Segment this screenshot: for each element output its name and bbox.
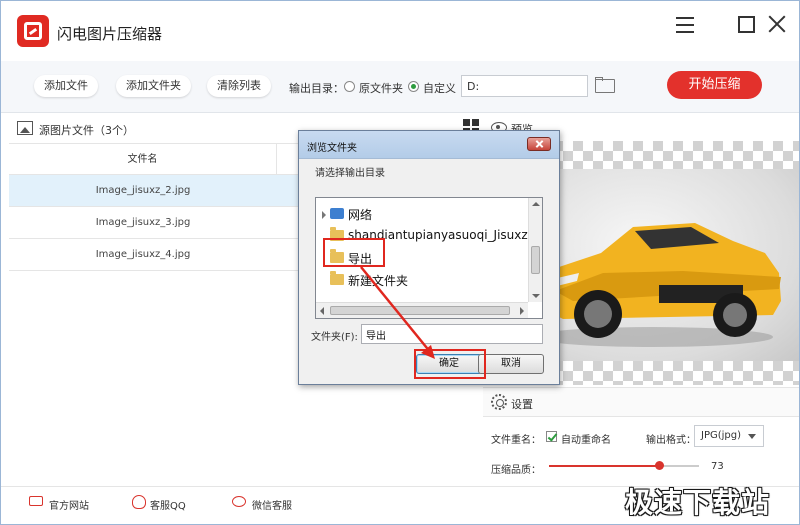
- quality-slider-thumb[interactable]: [654, 461, 664, 470]
- add-folder-button[interactable]: 添加文件夹: [116, 75, 191, 97]
- output-dir-label: 输出目录：: [289, 82, 344, 95]
- network-icon: [330, 208, 344, 219]
- file-name-cell: Image_jisuxz_3.jpg: [95, 217, 191, 228]
- qq-icon: [132, 495, 146, 509]
- title-bar: 闪电图片压缩器: [1, 1, 799, 61]
- monitor-icon: [29, 496, 43, 506]
- tree-vertical-scrollbar[interactable]: [528, 198, 542, 302]
- add-file-button[interactable]: 添加文件: [34, 75, 98, 97]
- clear-list-button[interactable]: 清除列表: [207, 75, 271, 97]
- folder-name-input[interactable]: [361, 324, 543, 344]
- wechat-icon: [232, 496, 246, 507]
- file-name-cell: Image_jisuxz_2.jpg: [95, 185, 191, 196]
- close-icon[interactable]: [765, 13, 789, 37]
- folder-icon: [330, 271, 344, 285]
- browse-folder-icon[interactable]: [595, 77, 617, 95]
- toolbar: 添加文件 添加文件夹 清除列表 输出目录： 原文件夹 自定义 开始压缩: [1, 61, 799, 113]
- format-label: 输出格式：: [646, 435, 696, 446]
- gear-icon: [491, 394, 507, 410]
- settings-header: 设置: [483, 387, 799, 417]
- watermark: 极速下载站: [625, 486, 771, 519]
- file-name-cell: Image_jisuxz_4.jpg: [95, 249, 191, 260]
- column-filename: 文件名: [9, 144, 277, 175]
- tree-item-new-folder[interactable]: 新建文件夹: [316, 270, 528, 290]
- app-window: 闪电图片压缩器 添加文件 添加文件夹 清除列表 输出目录： 原文件夹 自定义 开…: [0, 0, 800, 525]
- menu-icon[interactable]: [673, 13, 697, 37]
- radio-custom[interactable]: [408, 81, 419, 92]
- wechat-support-link[interactable]: 微信客服: [252, 497, 292, 512]
- dialog-title-bar: 浏览文件夹: [299, 131, 559, 159]
- auto-rename-label: 自动重命名: [561, 435, 611, 446]
- app-logo-icon: [17, 15, 49, 47]
- quality-value: 73: [711, 461, 724, 472]
- quality-label: 压缩品质：: [491, 465, 541, 476]
- tree-item-label: 新建文件夹: [348, 274, 409, 288]
- highlight-ok-button: [414, 349, 486, 379]
- settings-title: 设置: [511, 398, 533, 411]
- auto-rename-checkbox[interactable]: [546, 431, 557, 442]
- cancel-button[interactable]: 取消: [478, 354, 544, 374]
- radio-source-label: 原文件夹: [359, 82, 403, 95]
- tree-item-network[interactable]: 网络: [316, 204, 528, 224]
- folder-field-label: 文件夹(F):: [311, 332, 358, 343]
- quality-slider-fill: [549, 465, 659, 467]
- tree-horizontal-scrollbar[interactable]: [316, 302, 528, 318]
- file-panel-title: 源图片文件（3个）: [39, 124, 134, 137]
- image-icon: [17, 121, 33, 135]
- start-compress-button[interactable]: 开始压缩: [667, 71, 762, 99]
- radio-source-folder[interactable]: [344, 81, 355, 92]
- app-title: 闪电图片压缩器: [57, 25, 163, 43]
- format-value: JPG(jpg): [701, 430, 742, 441]
- chevron-down-icon: [748, 434, 756, 439]
- support-qq-link[interactable]: 客服QQ: [150, 497, 186, 512]
- expand-arrow-icon[interactable]: [322, 211, 326, 219]
- dialog-prompt: 请选择输出目录: [315, 168, 385, 179]
- output-path-input[interactable]: [461, 75, 588, 97]
- maximize-icon[interactable]: [735, 13, 759, 37]
- format-select[interactable]: JPG(jpg): [694, 425, 764, 447]
- official-website-link[interactable]: 官方网站: [49, 497, 89, 512]
- quality-slider[interactable]: [549, 461, 699, 470]
- dialog-close-icon[interactable]: [527, 137, 551, 151]
- dialog-title: 浏览文件夹: [307, 143, 357, 154]
- highlight-export-folder: [323, 238, 385, 267]
- rename-label: 文件重名：: [491, 435, 541, 446]
- radio-custom-label: 自定义: [423, 82, 456, 95]
- tree-item-label: 网络: [348, 208, 373, 222]
